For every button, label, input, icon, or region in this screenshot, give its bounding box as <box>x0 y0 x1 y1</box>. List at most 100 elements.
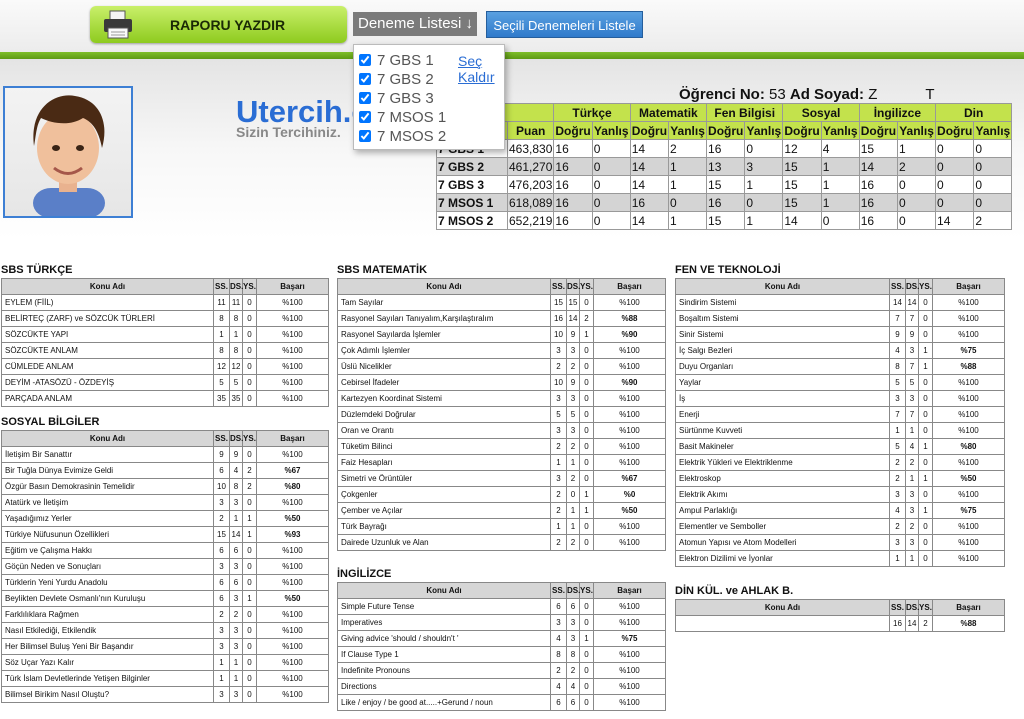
wrong-col-header: Yanlış <box>668 121 708 140</box>
student-no-label: Öğrenci No: <box>679 86 765 103</box>
topic-ys: 0 <box>579 454 594 471</box>
score-cell: 0 <box>820 211 860 230</box>
topic-success-rate: %100 <box>593 598 666 615</box>
score-cell: 1 <box>744 211 784 230</box>
exam-option[interactable]: 7 GBS 3 <box>356 90 434 109</box>
topic-name: If Clause Type 1 <box>337 646 551 663</box>
exam-checkbox[interactable] <box>359 54 371 66</box>
select-all-link[interactable]: Seç <box>458 53 482 69</box>
topic-name: Sindirim Sistemi <box>675 294 890 311</box>
topic-row: SÖZCÜKTE ANLAM 8 8 0 %100 <box>1 342 329 359</box>
exam-score-table: Türkçe Matematik Fen Bilgisi Sosyal İngi… <box>435 103 1013 230</box>
topic-name: SÖZCÜKTE ANLAM <box>1 342 214 359</box>
topic-success-rate: %100 <box>256 542 329 559</box>
topic-row: Tam Sayılar 15 15 0 %100 <box>337 294 666 311</box>
topic-success-rate: %75 <box>932 502 1005 519</box>
topic-success-rate: %100 <box>593 406 666 423</box>
print-report-button[interactable]: RAPORU YAZDIR <box>90 6 347 43</box>
topic-ss: 3 <box>213 558 230 575</box>
topic-ys: 0 <box>242 446 257 463</box>
topic-success-rate: %100 <box>593 294 666 311</box>
topic-success-rate: %100 <box>932 294 1005 311</box>
topic-ys: 0 <box>242 638 257 655</box>
topic-ds: 3 <box>566 614 580 631</box>
topic-row: Özgür Basın Demokrasinin Temelidir 10 8 2 %8… <box>1 478 329 495</box>
exam-checkbox[interactable] <box>359 92 371 104</box>
topic-ss: 3 <box>213 622 230 639</box>
clear-all-link[interactable]: Kaldır <box>458 69 495 85</box>
topic-ys: 1 <box>579 502 594 519</box>
topic-row: Dairede Uzunluk ve Alan 2 2 0 %100 <box>337 534 666 551</box>
topic-ss: 6 <box>550 694 567 711</box>
topic-success-rate: %100 <box>256 670 329 687</box>
score-cell: 1 <box>668 175 708 194</box>
topic-ds: 1 <box>566 518 580 535</box>
topic-col-header: Konu Adı <box>1 430 214 447</box>
topic-success-rate: %80 <box>256 478 329 495</box>
topic-ss: 3 <box>213 686 230 703</box>
topic-ds: 4 <box>229 462 243 479</box>
student-info: Öğrenci No: 53 Ad Soyad: Z T <box>679 86 935 103</box>
score-cell: 0 <box>591 211 631 230</box>
topic-name: Imperatives <box>337 614 551 631</box>
topic-ss: 8 <box>213 310 230 327</box>
topic-ss: 2 <box>889 470 906 487</box>
topic-ds: 3 <box>229 638 243 655</box>
exam-checkbox[interactable] <box>359 73 371 85</box>
list-selected-exams-button[interactable]: Seçili Denemeleri Listele <box>486 11 643 38</box>
topic-row: Elektrik Akımı 3 3 0 %100 <box>675 486 1005 503</box>
topic-ss: 3 <box>550 342 567 359</box>
topic-ds: 6 <box>229 542 243 559</box>
topic-name: Sinir Sistemi <box>675 326 890 343</box>
topic-row: Enerji 7 7 0 %100 <box>675 406 1005 423</box>
correct-col-header: Doğru <box>706 121 746 140</box>
score-cell: 1 <box>744 175 784 194</box>
topic-ss: 3 <box>550 614 567 631</box>
topic-ys: 1 <box>242 510 257 527</box>
topic-header-row: Konu Adı SS. DS. YS. Başarı <box>337 582 666 599</box>
topic-success-rate: %100 <box>256 622 329 639</box>
exam-checkbox[interactable] <box>359 130 371 142</box>
topic-name: Yaylar <box>675 374 890 391</box>
rate-col-header: Başarı <box>593 582 666 599</box>
topic-row: Duyu Organları 8 7 1 %88 <box>675 358 1005 375</box>
topic-ds: 3 <box>905 390 919 407</box>
topic-ys: 0 <box>579 598 594 615</box>
topic-ys: 2 <box>579 310 594 327</box>
ss-col-header: SS. <box>550 278 567 295</box>
exam-checkbox[interactable] <box>359 111 371 123</box>
topic-ds: 15 <box>566 294 580 311</box>
topic-name: Türk İslam Devletlerinde Yetişen Bilginl… <box>1 670 214 687</box>
topic-ds: 4 <box>905 438 919 455</box>
topic-ds: 3 <box>566 342 580 359</box>
topic-ds: 14 <box>229 526 243 543</box>
topic-ds: 1 <box>229 510 243 527</box>
topic-ds: 1 <box>566 502 580 519</box>
exam-option[interactable]: 7 GBS 1 <box>356 52 434 71</box>
topic-row: İç Salgı Bezleri 4 3 1 %75 <box>675 342 1005 359</box>
topic-success-rate: %50 <box>593 502 666 519</box>
topic-col-header: Konu Adı <box>675 278 890 295</box>
topic-name: Çok Adımlı İşlemler <box>337 342 551 359</box>
topic-ss: 1 <box>213 654 230 671</box>
topic-name: Giving advice 'should / shouldn't ' <box>337 630 551 647</box>
topic-row: Basit Makineler 5 4 1 %80 <box>675 438 1005 455</box>
score-cell: 16 <box>858 193 899 212</box>
topic-success-rate: %100 <box>593 438 666 455</box>
topic-ss: 16 <box>889 615 906 632</box>
topic-name: Duyu Organları <box>675 358 890 375</box>
exam-points: 461,270 <box>506 157 555 176</box>
exam-option[interactable]: 7 MSOS 2 <box>356 128 446 147</box>
score-cell: 13 <box>706 157 746 176</box>
topic-ss: 12 <box>213 358 230 375</box>
topic-ss: 3 <box>550 390 567 407</box>
rate-col-header: Başarı <box>932 278 1005 295</box>
topic-ys: 0 <box>918 310 933 327</box>
exam-list-dropdown[interactable]: Deneme Listesi ↓ <box>353 12 477 36</box>
exam-option[interactable]: 7 GBS 2 <box>356 71 434 90</box>
topic-ds: 8 <box>229 342 243 359</box>
exam-option-label: 7 MSOS 2 <box>377 128 447 145</box>
topic-ss: 2 <box>889 518 906 535</box>
exam-option[interactable]: 7 MSOS 1 <box>356 109 446 128</box>
topic-ds: 9 <box>566 326 580 343</box>
